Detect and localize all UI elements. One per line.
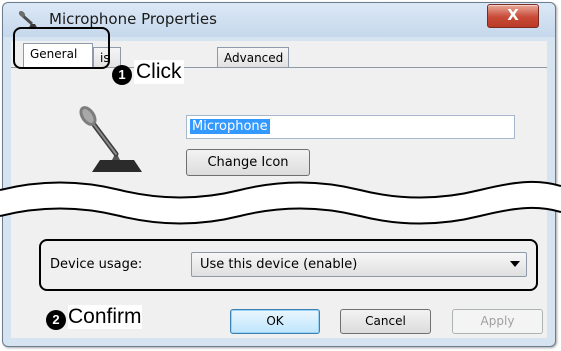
change-icon-button[interactable]: Change Icon	[186, 149, 310, 176]
content-break-band	[0, 180, 561, 225]
window-title: Microphone Properties	[49, 10, 217, 28]
cancel-button[interactable]: Cancel	[340, 309, 431, 334]
device-name-value: Microphone	[190, 119, 270, 134]
step-1-marker: 1	[112, 65, 132, 85]
device-usage-dropdown[interactable]: Use this device (enable)	[191, 252, 527, 277]
general-tab-highlight	[13, 27, 110, 69]
step-2-marker: 2	[46, 310, 66, 330]
microphone-icon	[79, 106, 142, 172]
tab-advanced[interactable]: Advanced	[217, 47, 289, 67]
device-usage-label: Device usage:	[50, 257, 143, 272]
device-name-field[interactable]: Microphone	[186, 115, 515, 139]
stage: Microphone Properties X General is Advan…	[0, 0, 561, 351]
change-icon-label: Change Icon	[207, 155, 289, 170]
ok-button[interactable]: OK	[230, 309, 320, 334]
close-button[interactable]: X	[487, 4, 539, 28]
apply-button[interactable]: Apply	[452, 309, 543, 334]
step-2-label: Confirm	[68, 305, 142, 329]
step-1-label: Click	[134, 60, 184, 84]
close-icon: X	[507, 6, 519, 24]
device-usage-value: Use this device (enable)	[200, 257, 358, 272]
chevron-down-icon	[510, 261, 520, 267]
